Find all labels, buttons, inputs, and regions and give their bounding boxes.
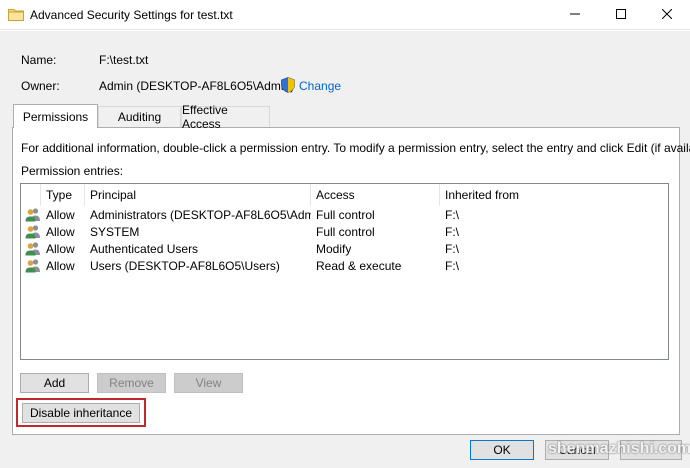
table-row[interactable]: Allow Authenticated Users Modify F:\ xyxy=(21,240,668,257)
folder-icon xyxy=(8,7,24,21)
tab-permissions-label: Permissions xyxy=(22,109,89,124)
column-principal-label: Principal xyxy=(90,188,137,202)
owner-value: Admin (DESKTOP-AF8L6O5\Admin) xyxy=(99,79,295,93)
column-header-type[interactable]: Type xyxy=(41,184,85,206)
owner-label: Owner: xyxy=(21,79,60,93)
view-button[interactable]: View xyxy=(174,373,243,393)
row-inherited: F:\ xyxy=(445,207,459,222)
maximize-icon xyxy=(616,8,626,22)
permission-entries-list[interactable]: Type Principal Access Inherited from All… xyxy=(20,183,669,360)
disable-inheritance-button[interactable]: Disable inheritance xyxy=(22,403,140,423)
tab-auditing[interactable]: Auditing xyxy=(98,106,181,127)
row-access: Modify xyxy=(316,241,352,256)
users-icon xyxy=(25,241,41,256)
users-icon xyxy=(25,207,41,222)
table-row[interactable]: Allow SYSTEM Full control F:\ xyxy=(21,223,668,240)
row-type: Allow xyxy=(46,258,75,273)
name-label: Name: xyxy=(21,53,57,67)
column-type-label: Type xyxy=(46,188,73,202)
users-icon xyxy=(25,224,41,239)
row-inherited: F:\ xyxy=(445,224,459,239)
permission-entries-label: Permission entries: xyxy=(21,164,124,178)
uac-shield-icon xyxy=(281,76,295,96)
table-row[interactable]: Allow Administrators (DESKTOP-AF8L6O5\Ad… xyxy=(21,206,668,223)
tab-auditing-label: Auditing xyxy=(117,110,162,124)
ok-button-label: OK xyxy=(493,443,511,457)
minimize-button[interactable] xyxy=(552,0,598,30)
row-type: Allow xyxy=(46,224,75,239)
row-principal: Administrators (DESKTOP-AF8L6O5\Admini..… xyxy=(90,207,311,222)
row-type: Allow xyxy=(46,241,75,256)
row-access: Full control xyxy=(316,207,375,222)
minimize-icon xyxy=(570,8,580,22)
column-header-inherited-from[interactable]: Inherited from xyxy=(440,184,668,206)
tab-effective-access-label: Effective Access xyxy=(182,103,228,131)
change-link-label: Change xyxy=(299,79,342,93)
table-row[interactable]: Allow Users (DESKTOP-AF8L6O5\Users) Read… xyxy=(21,257,668,274)
ok-button[interactable]: OK xyxy=(470,440,534,460)
column-inherited-label: Inherited from xyxy=(445,188,520,202)
row-access: Read & execute xyxy=(316,258,402,273)
row-inherited: F:\ xyxy=(445,241,459,256)
row-principal: SYSTEM xyxy=(90,224,140,239)
name-value: F:\test.txt xyxy=(99,53,149,67)
close-button[interactable] xyxy=(644,0,690,30)
column-header-access[interactable]: Access xyxy=(311,184,440,206)
remove-button[interactable]: Remove xyxy=(97,373,166,393)
tab-permissions[interactable]: Permissions xyxy=(13,104,98,128)
users-icon xyxy=(25,258,41,273)
row-access: Full control xyxy=(316,224,375,239)
row-principal: Users (DESKTOP-AF8L6O5\Users) xyxy=(90,258,280,273)
change-owner-link[interactable]: Change xyxy=(281,76,341,96)
tab-effective-access[interactable]: Effective Access xyxy=(181,103,270,131)
view-button-label: View xyxy=(195,376,222,390)
row-inherited: F:\ xyxy=(445,258,459,273)
window-title: Advanced Security Settings for test.txt xyxy=(30,8,233,22)
row-principal: Authenticated Users xyxy=(90,241,199,256)
maximize-button[interactable] xyxy=(598,0,644,30)
column-access-label: Access xyxy=(316,188,355,202)
list-header: Type Principal Access Inherited from xyxy=(21,184,668,206)
column-header-icon[interactable] xyxy=(21,184,41,206)
title-bar: Advanced Security Settings for test.txt xyxy=(0,0,690,30)
watermark-text: shenmazhishi.com xyxy=(548,440,690,457)
info-text: For additional information, double-click… xyxy=(21,141,690,155)
disable-inheritance-label: Disable inheritance xyxy=(29,406,133,420)
column-header-principal[interactable]: Principal xyxy=(85,184,311,206)
row-type: Allow xyxy=(46,207,75,222)
add-button-label: Add xyxy=(43,376,66,390)
add-button[interactable]: Add xyxy=(20,373,89,393)
close-icon xyxy=(661,8,673,22)
remove-button-label: Remove xyxy=(109,376,154,390)
